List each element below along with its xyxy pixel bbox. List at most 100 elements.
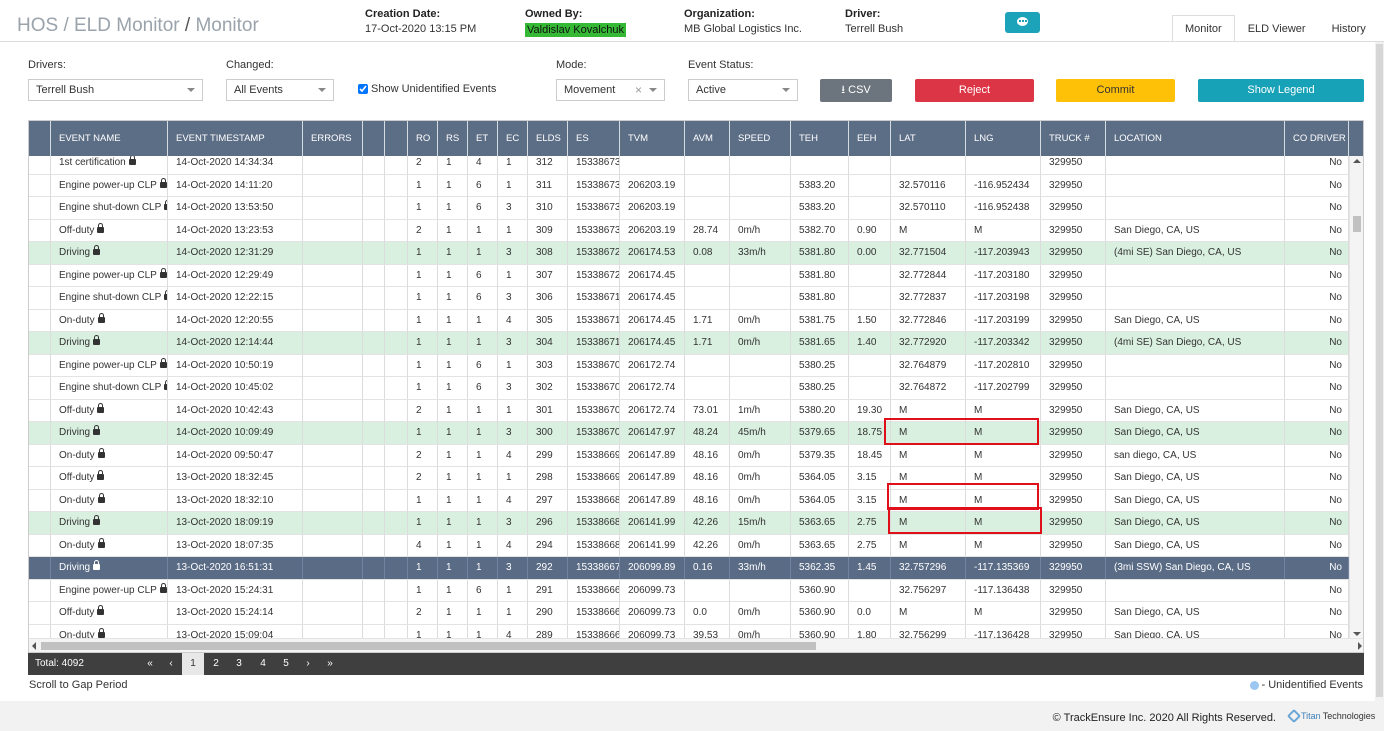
table-row[interactable]: Engine power-up CLP 14-Oct-2020 10:50:19 1… xyxy=(29,354,1349,377)
table-row[interactable]: Engine power-up CLP 14-Oct-2020 12:29:49 1… xyxy=(29,264,1349,287)
pager-page-2[interactable]: 2 xyxy=(205,653,227,675)
cell-errors xyxy=(303,467,363,489)
drivers-select[interactable]: Terrell Bush xyxy=(28,79,203,101)
scroll-right-icon[interactable] xyxy=(1358,642,1362,650)
pager-last-button[interactable]: » xyxy=(319,653,341,675)
table-row[interactable]: Engine shut-down CLP 14-Oct-2020 13:53:50… xyxy=(29,197,1349,220)
pager-page-4[interactable]: 4 xyxy=(252,653,274,675)
column-header-select[interactable] xyxy=(29,121,51,156)
cell-event-timestamp: 14-Oct-2020 09:50:47 xyxy=(168,444,303,467)
table-row[interactable]: Engine power-up CLP 14-Oct-2020 14:11:20 1… xyxy=(29,174,1349,197)
pager-page-5[interactable]: 5 xyxy=(275,653,297,675)
column-header-lat[interactable]: LAT xyxy=(891,121,966,156)
column-header-event-name[interactable]: EVENT NAME xyxy=(51,121,168,156)
column-header-et[interactable]: ET xyxy=(468,121,498,156)
table-row[interactable]: Driving 14-Oct-2020 12:14:44 1 1 1 3 304 153386… xyxy=(29,332,1349,355)
column-header-event-timestamp[interactable]: EVENT TIMESTAMP xyxy=(168,121,303,156)
cell-tvm: 206203.19 xyxy=(620,197,685,219)
table-row[interactable]: Off-duty 14-Oct-2020 13:23:53 2 1 1 1 309 15338… xyxy=(29,219,1349,242)
pager-page-3[interactable]: 3 xyxy=(228,653,250,675)
column-header-truck[interactable]: TRUCK # xyxy=(1041,121,1106,156)
show-unidentified-toggle[interactable]: Show Unidentified Events xyxy=(358,83,496,95)
table-row[interactable]: Off-duty 13-Oct-2020 18:32:45 2 1 1 1 298 15338… xyxy=(29,467,1349,490)
table-row[interactable]: Engine shut-down CLP 14-Oct-2020 10:45:02… xyxy=(29,377,1349,400)
column-header-elds[interactable]: ELDS xyxy=(528,121,568,156)
show-legend-button[interactable]: Show Legend xyxy=(1198,79,1364,102)
cell-teh: 5379.35 xyxy=(791,444,849,467)
column-header-blank-a[interactable] xyxy=(363,121,385,156)
column-header-eeh[interactable]: EEH xyxy=(849,121,891,156)
tab-history[interactable]: History xyxy=(1319,15,1379,42)
pager-page-1[interactable]: 1 xyxy=(182,653,204,675)
cell-truck: 329950 xyxy=(1041,557,1106,579)
scroll-up-icon[interactable] xyxy=(1353,159,1361,163)
tab-eld-viewer[interactable]: ELD Viewer xyxy=(1235,15,1319,42)
column-header-teh[interactable]: TEH xyxy=(791,121,849,156)
cell-elds: 302 xyxy=(528,377,568,399)
scroll-down-icon[interactable] xyxy=(1353,632,1361,636)
grid-horizontal-scrollbar[interactable] xyxy=(29,638,1363,652)
reject-button[interactable]: Reject xyxy=(915,79,1034,102)
scroll-thumb[interactable] xyxy=(1353,216,1361,232)
cell-eeh: 0.90 xyxy=(849,219,891,242)
table-row[interactable]: On-duty 14-Oct-2020 12:20:55 1 1 1 4 305 153386… xyxy=(29,309,1349,332)
column-header-blank-b[interactable] xyxy=(385,121,408,156)
chat-button[interactable] xyxy=(1005,12,1040,33)
events-grid: EVENT NAME EVENT TIMESTAMP ERRORS RO RS ET EC E… xyxy=(28,120,1364,653)
table-row[interactable]: Driving 14-Oct-2020 10:09:49 1 1 1 3 300 153386… xyxy=(29,422,1349,445)
column-header-ec[interactable]: EC xyxy=(498,121,528,156)
cell-lat: M xyxy=(891,534,966,557)
event-status-select[interactable]: Active xyxy=(688,79,798,101)
table-row[interactable]: On-duty 14-Oct-2020 09:50:47 2 1 1 4 299 153386… xyxy=(29,444,1349,467)
cell-location: San Diego, CA, US xyxy=(1106,422,1285,444)
column-header-rs[interactable]: RS xyxy=(438,121,468,156)
csv-button[interactable]: ⭳ CSV xyxy=(820,79,892,102)
scroll-to-gap-link[interactable]: Scroll to Gap Period xyxy=(29,679,127,691)
scroll-thumb[interactable] xyxy=(41,642,816,650)
cell-text: 291 xyxy=(536,584,553,596)
column-header-es[interactable]: ES xyxy=(568,121,620,156)
column-header-errors[interactable]: ERRORS xyxy=(303,121,363,156)
table-row[interactable]: Off-duty 14-Oct-2020 10:42:43 2 1 1 1 301 15338… xyxy=(29,399,1349,422)
show-unidentified-checkbox[interactable] xyxy=(358,84,368,94)
column-header-lng[interactable]: LNG xyxy=(966,121,1041,156)
cell-ro: 2 xyxy=(408,444,438,467)
cell-text: No xyxy=(1329,224,1342,236)
column-header-tvm[interactable]: TVM xyxy=(620,121,685,156)
table-row[interactable]: Driving 13-Oct-2020 16:51:31 1 1 1 3 292 153386… xyxy=(29,557,1349,580)
column-header-speed[interactable]: SPEED xyxy=(730,121,791,156)
cell-lat xyxy=(891,156,966,174)
pager-prev-button[interactable]: ‹ xyxy=(160,653,182,675)
table-row[interactable]: On-duty 13-Oct-2020 18:07:35 4 1 1 4 294 153386… xyxy=(29,534,1349,557)
tab-monitor[interactable]: Monitor xyxy=(1172,15,1235,42)
pager-first-button[interactable]: « xyxy=(139,653,161,675)
page-scroll-thumb[interactable] xyxy=(1376,44,1383,697)
cell-truck: 329950 xyxy=(1041,197,1106,219)
column-header-avm[interactable]: AVM xyxy=(685,121,730,156)
column-header-co-driver[interactable]: CO DRIVER xyxy=(1285,121,1349,156)
cell-text: 1 xyxy=(446,562,452,573)
table-row[interactable]: Engine power-up CLP 13-Oct-2020 15:24:31 1… xyxy=(29,579,1349,602)
mode-select[interactable]: Movement × xyxy=(556,79,665,101)
cell-text: 0m/h xyxy=(738,449,761,461)
pager-next-button[interactable]: › xyxy=(297,653,319,675)
grid-vertical-scrollbar[interactable] xyxy=(1349,156,1363,639)
scroll-left-icon[interactable] xyxy=(32,642,36,650)
lock-icon xyxy=(97,492,105,503)
cell-tvm: 206147.89 xyxy=(620,444,685,467)
table-row[interactable]: 1st certification 14-Oct-2020 14:34:34 2 1 4… xyxy=(29,156,1349,175)
table-row[interactable]: Off-duty 13-Oct-2020 15:24:14 2 1 1 1 290 15338… xyxy=(29,602,1349,625)
table-row[interactable]: Driving 13-Oct-2020 18:09:19 1 1 1 3 296 153386… xyxy=(29,512,1349,535)
table-row[interactable]: Driving 14-Oct-2020 12:31:29 1 1 1 3 308 153386… xyxy=(29,242,1349,265)
clear-icon[interactable]: × xyxy=(635,80,642,100)
column-header-location[interactable]: LOCATION xyxy=(1106,121,1285,156)
table-row[interactable]: On-duty 13-Oct-2020 18:32:10 1 1 1 4 297 153386… xyxy=(29,489,1349,512)
table-row[interactable]: Engine shut-down CLP 14-Oct-2020 12:22:15… xyxy=(29,287,1349,310)
column-header-ro[interactable]: RO xyxy=(408,121,438,156)
grid-pager: Total: 4092 « ‹ 1 2 3 4 5 › » xyxy=(28,653,1364,675)
changed-select[interactable]: All Events xyxy=(226,79,334,101)
page-scrollbar[interactable] xyxy=(1375,42,1384,701)
cell-es: 15338666 xyxy=(568,602,620,624)
table-row[interactable]: On-duty 13-Oct-2020 15:09:04 1 1 1 4 289 153386… xyxy=(29,624,1349,639)
commit-button[interactable]: Commit xyxy=(1056,79,1175,102)
